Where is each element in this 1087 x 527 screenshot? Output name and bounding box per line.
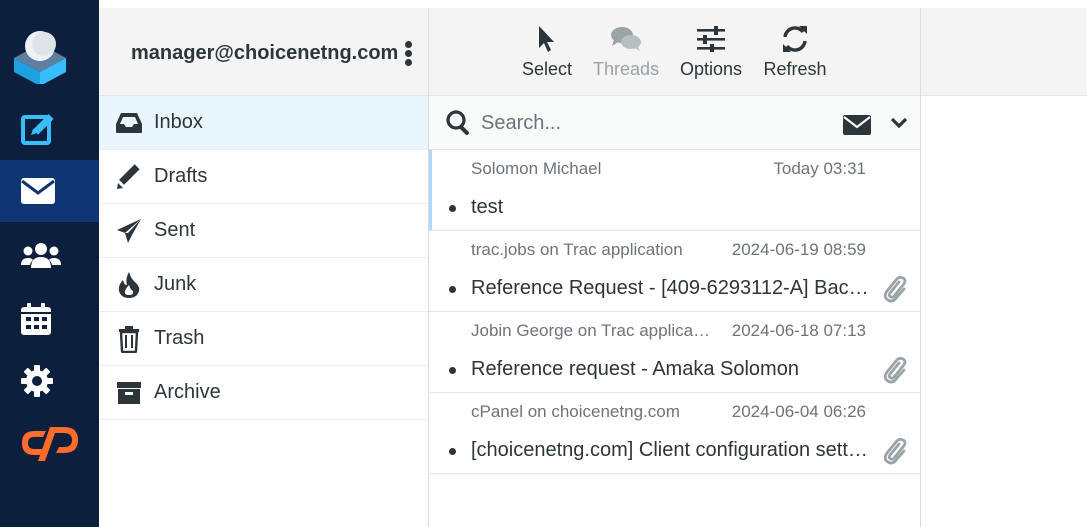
rail-cpanel-button[interactable]	[0, 412, 99, 474]
message-list: Solomon Michael Today 03:31 test trac.jo…	[429, 150, 920, 474]
folder-label: Sent	[154, 219, 196, 241]
folder-trash[interactable]: Trash	[99, 312, 428, 366]
compose-icon	[21, 114, 54, 145]
message-subject: test	[471, 196, 504, 218]
paperclip-icon	[883, 356, 907, 384]
folder-label: Trash	[154, 327, 205, 349]
cursor-arrow-icon	[539, 26, 554, 52]
folder-label: Archive	[154, 381, 221, 403]
folder-drafts[interactable]: Drafts	[99, 150, 428, 204]
archive-icon	[115, 379, 143, 407]
rail-settings-button[interactable]	[0, 350, 99, 412]
envelope-icon	[21, 178, 55, 204]
contacts-icon	[21, 243, 61, 268]
paperclip-icon	[883, 437, 907, 465]
unread-dot-icon	[449, 205, 456, 212]
folder-panel: manager@choicenetng.com Inbox Drafts Sen…	[99, 8, 429, 527]
rail-compose-button[interactable]	[0, 98, 99, 160]
message-row[interactable]: trac.jobs on Trac application 2024-06-19…	[429, 231, 920, 312]
folder-label: Drafts	[154, 165, 208, 187]
threads-button[interactable]: Threads	[589, 22, 663, 80]
message-date: 2024-06-19 08:59	[731, 240, 866, 259]
preview-header	[921, 8, 1087, 96]
message-sender: trac.jobs on Trac application	[471, 240, 683, 259]
folder-label: Junk	[154, 273, 197, 295]
message-row[interactable]: cPanel on choicenetng.com 2024-06-04 06:…	[429, 393, 920, 474]
search-bar	[429, 96, 920, 150]
folder-inbox[interactable]: Inbox	[99, 96, 428, 150]
refresh-icon	[783, 26, 807, 52]
message-subject: Reference request - Amaka Solomon	[471, 358, 799, 380]
folder-sent[interactable]: Sent	[99, 204, 428, 258]
pencil-icon	[115, 163, 143, 191]
message-subject: Reference Request - [409-6293112-A] Back…	[471, 277, 869, 299]
search-icon[interactable]	[445, 109, 473, 137]
fire-icon	[115, 271, 143, 299]
message-date: 2024-06-18 07:13	[731, 321, 866, 340]
account-menu-kebab-icon[interactable]	[405, 41, 413, 67]
message-sender: Jobin George on Trac application	[471, 321, 711, 340]
chevron-down-icon[interactable]	[890, 117, 908, 129]
trash-icon	[115, 325, 143, 353]
rail-mail-button[interactable]	[0, 160, 99, 222]
message-date: Today 03:31	[773, 159, 866, 178]
app-navigation-rail	[0, 0, 99, 527]
gear-icon	[21, 365, 53, 397]
message-date: 2024-06-04 06:26	[731, 402, 866, 421]
message-row[interactable]: Jobin George on Trac application 2024-06…	[429, 312, 920, 393]
rail-contacts-button[interactable]	[0, 224, 99, 286]
folder-archive[interactable]: Archive	[99, 366, 428, 420]
message-row[interactable]: Solomon Michael Today 03:31 test	[429, 150, 920, 231]
folder-list: Inbox Drafts Sent Junk Trash Archive	[99, 96, 428, 420]
calendar-icon	[21, 303, 51, 335]
options-button[interactable]: Options	[675, 22, 747, 80]
chat-bubbles-icon	[611, 27, 641, 51]
unread-dot-icon	[449, 367, 456, 374]
roundcube-logo-icon[interactable]	[10, 24, 70, 86]
paper-plane-icon	[115, 217, 143, 245]
message-toolbar: Select Threads Options Refresh	[429, 8, 920, 96]
message-sender: Solomon Michael	[471, 159, 602, 178]
rail-calendar-button[interactable]	[0, 288, 99, 350]
select-button[interactable]: Select	[515, 22, 579, 80]
cpanel-icon	[22, 427, 78, 461]
message-preview-panel	[921, 8, 1087, 527]
message-subject: [choicenetng.com] Client configuration s…	[471, 439, 869, 461]
search-input[interactable]	[481, 106, 811, 140]
account-email: manager@choicenetng.com	[131, 42, 399, 64]
envelope-filter-icon[interactable]	[843, 115, 871, 135]
folder-label: Inbox	[154, 111, 203, 133]
unread-dot-icon	[449, 448, 456, 455]
message-list-panel: Select Threads Options Refresh Search...…	[429, 8, 921, 527]
message-sender: cPanel on choicenetng.com	[471, 402, 680, 421]
refresh-button[interactable]: Refresh	[759, 22, 831, 80]
folder-panel-header: manager@choicenetng.com	[99, 8, 428, 96]
inbox-icon	[115, 109, 143, 137]
sliders-icon	[697, 26, 725, 52]
unread-dot-icon	[449, 286, 456, 293]
paperclip-icon	[883, 275, 907, 303]
folder-junk[interactable]: Junk	[99, 258, 428, 312]
